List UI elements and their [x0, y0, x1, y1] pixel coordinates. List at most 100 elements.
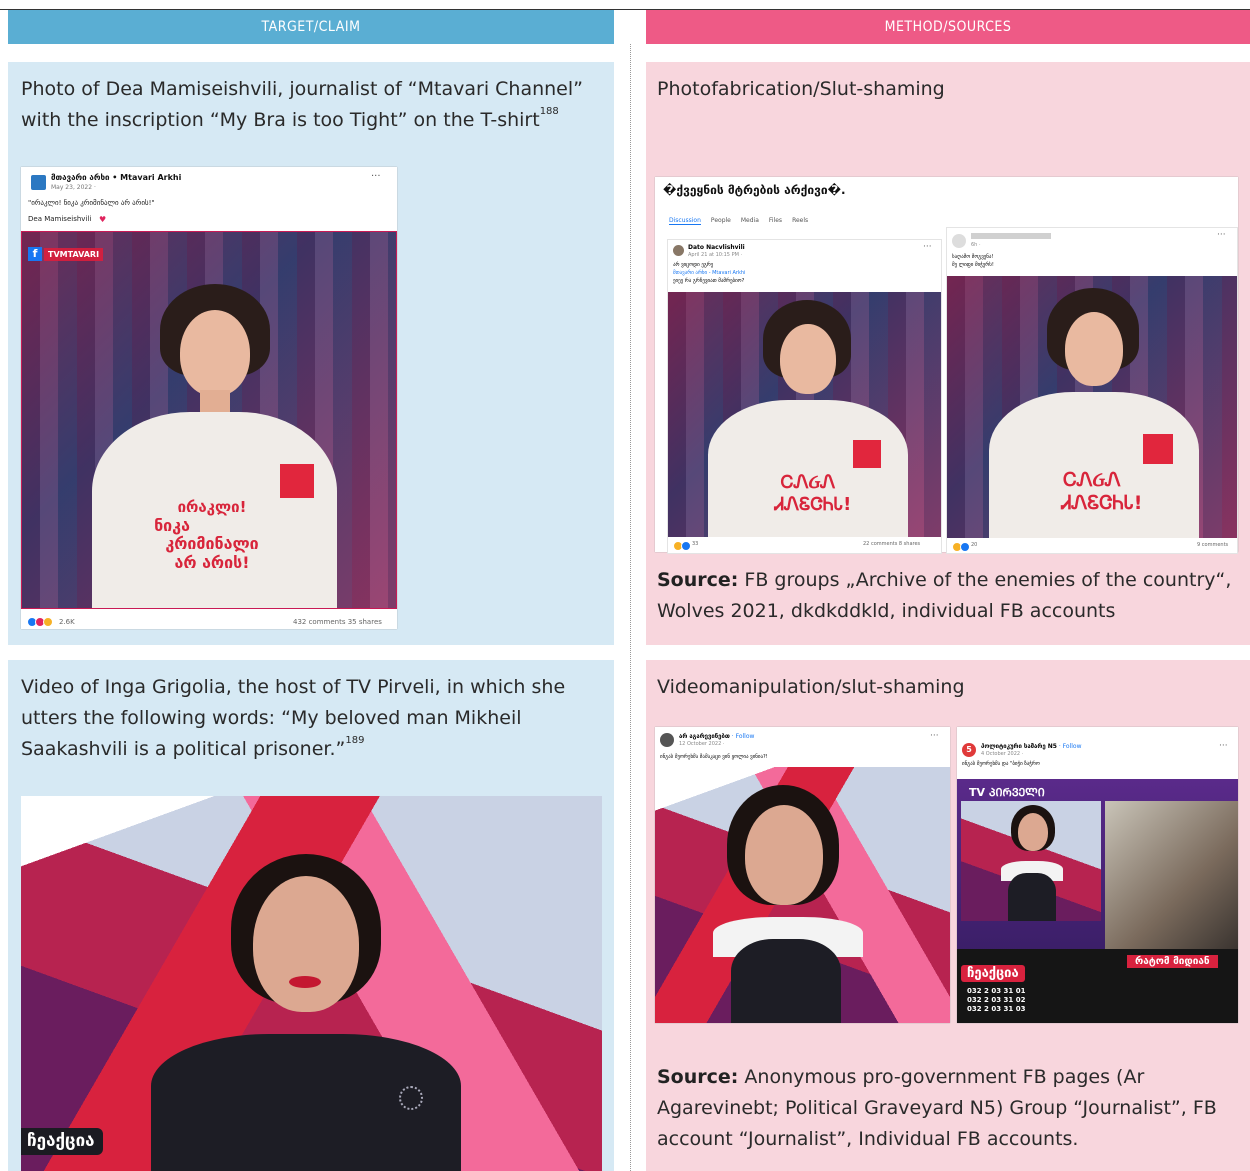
- crowd-footage: [1105, 801, 1238, 949]
- post-caption: ინგას მეორეხმა და "ბიჭი ზაჭრო: [962, 761, 1040, 767]
- reaction-icons: [673, 541, 691, 551]
- post-line-1: საღამო მოგვენა!: [952, 254, 994, 260]
- post-image[interactable]: f TVMTAVARI ირაკლი! ნიკა კრიმინალი არ არ…: [21, 231, 397, 609]
- reaction-icons: [27, 617, 53, 627]
- column-divider: [630, 44, 631, 1171]
- channel-logo-icon: [1143, 434, 1173, 464]
- fb-post-1: არ აგარევინებთ · Follow 12 October 2022 …: [655, 727, 950, 1023]
- reaction-count[interactable]: 20: [971, 542, 977, 548]
- shirt-text-1: ᏟᏁᏵᏁ: [780, 472, 836, 493]
- claim-description: Video of Inga Grigolia, the host of TV P…: [21, 676, 566, 760]
- post-caption: ინგას მეორეხმა მამაკაცი ვინ ყოლია ვინია?…: [660, 754, 768, 760]
- shirt-text-3: კრიმინალი: [165, 534, 259, 553]
- reaction-count[interactable]: 2.6K: [59, 618, 75, 626]
- shirt-text-2: ᏗᏁᏋᏣᏂᏓ!: [1061, 492, 1143, 514]
- method-title: Videomanipulation/slut-shaming: [657, 676, 965, 698]
- shirt-text-1: ᏟᏁᏵᏁ: [1063, 469, 1121, 491]
- claim-text: Video of Inga Grigolia, the host of TV P…: [21, 672, 606, 765]
- claim-description: Photo of Dea Mamiseishvili, journalist o…: [21, 78, 583, 131]
- post-date: 12 October 2022 ·: [679, 741, 725, 747]
- page-name[interactable]: მთავარი არხი • Mtavari Arkhi: [51, 173, 181, 182]
- post-author-name[interactable]: არ აგარევინებთ: [679, 733, 730, 740]
- fb-post-card: მთავარი არხი • Mtavari Arkhi May 23, 202…: [21, 167, 397, 629]
- post-2-image[interactable]: ᏟᏁᏵᏁ ᏗᏁᏋᏣᏂᏓ!: [947, 276, 1237, 538]
- facebook-icon: f: [28, 247, 42, 261]
- comment-count[interactable]: 9 comments: [1197, 542, 1228, 548]
- shirt-text-2: ᏗᏁᏋᏣᏂᏓ!: [774, 494, 852, 515]
- panel-method-videomanipulation: Videomanipulation/slut-shaming არ აგარევ…: [646, 660, 1250, 1171]
- phone-3: 032 2 03 31 03: [967, 1005, 1026, 1013]
- face: [745, 805, 823, 905]
- footnote-ref: 188: [539, 106, 559, 117]
- panel-claim-photo: Photo of Dea Mamiseishvili, journalist o…: [8, 62, 614, 645]
- reaction-icons: [952, 542, 970, 552]
- tab-discussion[interactable]: Discussion: [669, 217, 701, 225]
- method-title: Photofabrication/Slut-shaming: [657, 78, 945, 100]
- brooch-icon: [399, 1086, 423, 1110]
- channel-badge-bottom: ჩეაქცია: [21, 1128, 103, 1155]
- source-text: Source: Anonymous pro-government FB page…: [657, 1062, 1242, 1155]
- channel-logo-icon: [280, 464, 314, 498]
- group-tabs: Discussion People Media Files Reels: [669, 217, 808, 225]
- ticker-title: რატომ მიდიან: [1127, 955, 1218, 968]
- source-body: FB groups „Archive of the enemies of the…: [657, 569, 1232, 622]
- follow-link[interactable]: · Follow: [1057, 743, 1082, 750]
- post-author[interactable]: Dato Nacvlishvili: [688, 244, 745, 251]
- avatar: [660, 733, 674, 747]
- shirt-text-1: ირაკლი!: [177, 498, 247, 516]
- more-options-icon[interactable]: ···: [923, 242, 932, 252]
- more-options-icon[interactable]: ···: [1217, 230, 1226, 240]
- phone-numbers: 032 2 03 31 01 032 2 03 31 02 032 2 03 3…: [967, 987, 1025, 1014]
- post-author-name[interactable]: პოლიტიკური სამარე N5: [981, 743, 1057, 750]
- post-caption: "ირაკლი! ნიკა კრიმინალი არ არის!": [28, 199, 155, 207]
- phone-1: 032 2 03 31 01: [967, 987, 1026, 995]
- more-options-icon[interactable]: ···: [930, 731, 939, 741]
- fb-group-screenshot: �ქვეყნის მტრების არქივი�. Discussion Peo…: [655, 177, 1238, 554]
- shirt-text-2: ნიკა: [154, 516, 190, 535]
- face: [253, 876, 359, 1012]
- video-frame[interactable]: [655, 767, 950, 1023]
- face: [180, 310, 250, 396]
- channel-badge-bottom: ჩეაქცია: [961, 965, 1025, 982]
- channel-logo-icon: [853, 440, 881, 468]
- dark-dress: [731, 939, 841, 1023]
- post-line-2: მე ლიფი მიჭერს!: [952, 262, 994, 268]
- face: [1018, 813, 1048, 851]
- post-line-3: ეიეე რა გრჩევიათ მამრებიო?: [673, 278, 745, 284]
- face: [1065, 312, 1123, 386]
- post-date: May 23, 2022 ·: [51, 184, 96, 191]
- source-body: Anonymous pro-government FB pages (Ar Ag…: [657, 1066, 1217, 1150]
- tab-media[interactable]: Media: [741, 217, 759, 225]
- video-frame[interactable]: პირველი ჩეაქცია: [21, 796, 602, 1171]
- post-tag[interactable]: Dea Mamiseishvili: [28, 215, 91, 223]
- t-shirt: [989, 392, 1199, 538]
- dark-dress: [1008, 873, 1056, 921]
- panel-method-photofabrication: Photofabrication/Slut-shaming �ქვეყნის მ…: [646, 62, 1250, 645]
- source-text: Source: FB groups „Archive of the enemie…: [657, 565, 1242, 627]
- tv-pirveli-badge: TV ᲞᲘᲠᲕᲔᲚᲘ: [969, 786, 1045, 799]
- claim-text: Photo of Dea Mamiseishvili, journalist o…: [21, 74, 606, 136]
- video-frame[interactable]: TV ᲞᲘᲠᲕᲔᲚᲘ ჩეაქცია რატომ მიდიან 032 2 03…: [957, 779, 1238, 1023]
- inset-frame: [961, 801, 1101, 921]
- post-line-2[interactable]: მთავარი არხი - Mtavari Arkhi: [673, 270, 745, 276]
- header-target-claim: TARGET/CLAIM: [8, 10, 614, 44]
- more-options-icon[interactable]: ···: [371, 171, 381, 182]
- channel-badge: TVMTAVARI: [44, 248, 104, 261]
- post-author[interactable]: პოლიტიკური სამარე N5 · Follow: [981, 743, 1081, 750]
- panel-claim-video: Video of Inga Grigolia, the host of TV P…: [8, 660, 614, 1171]
- post-author[interactable]: არ აგარევინებთ · Follow: [679, 733, 754, 740]
- heart-icon: ♥: [99, 215, 107, 224]
- shirt-text-4: არ არის!: [174, 553, 250, 572]
- tab-reels[interactable]: Reels: [792, 217, 808, 225]
- post-line-1: არ ვიცოდი ეგრე: [673, 262, 714, 268]
- more-options-icon[interactable]: ···: [1219, 741, 1228, 751]
- tab-files[interactable]: Files: [769, 217, 782, 225]
- tab-people[interactable]: People: [711, 217, 731, 225]
- reaction-count[interactable]: 33: [692, 541, 698, 547]
- follow-link[interactable]: · Follow: [730, 733, 755, 740]
- post-1-image[interactable]: ᏟᏁᏵᏁ ᏗᏁᏋᏣᏂᏓ!: [668, 292, 941, 537]
- comment-share-count[interactable]: 22 comments 8 shares: [863, 541, 920, 547]
- comment-share-count[interactable]: 432 comments 35 shares: [293, 618, 382, 626]
- group-name[interactable]: �ქვეყნის მტრების არქივი�.: [663, 183, 846, 197]
- avatar: [952, 234, 966, 248]
